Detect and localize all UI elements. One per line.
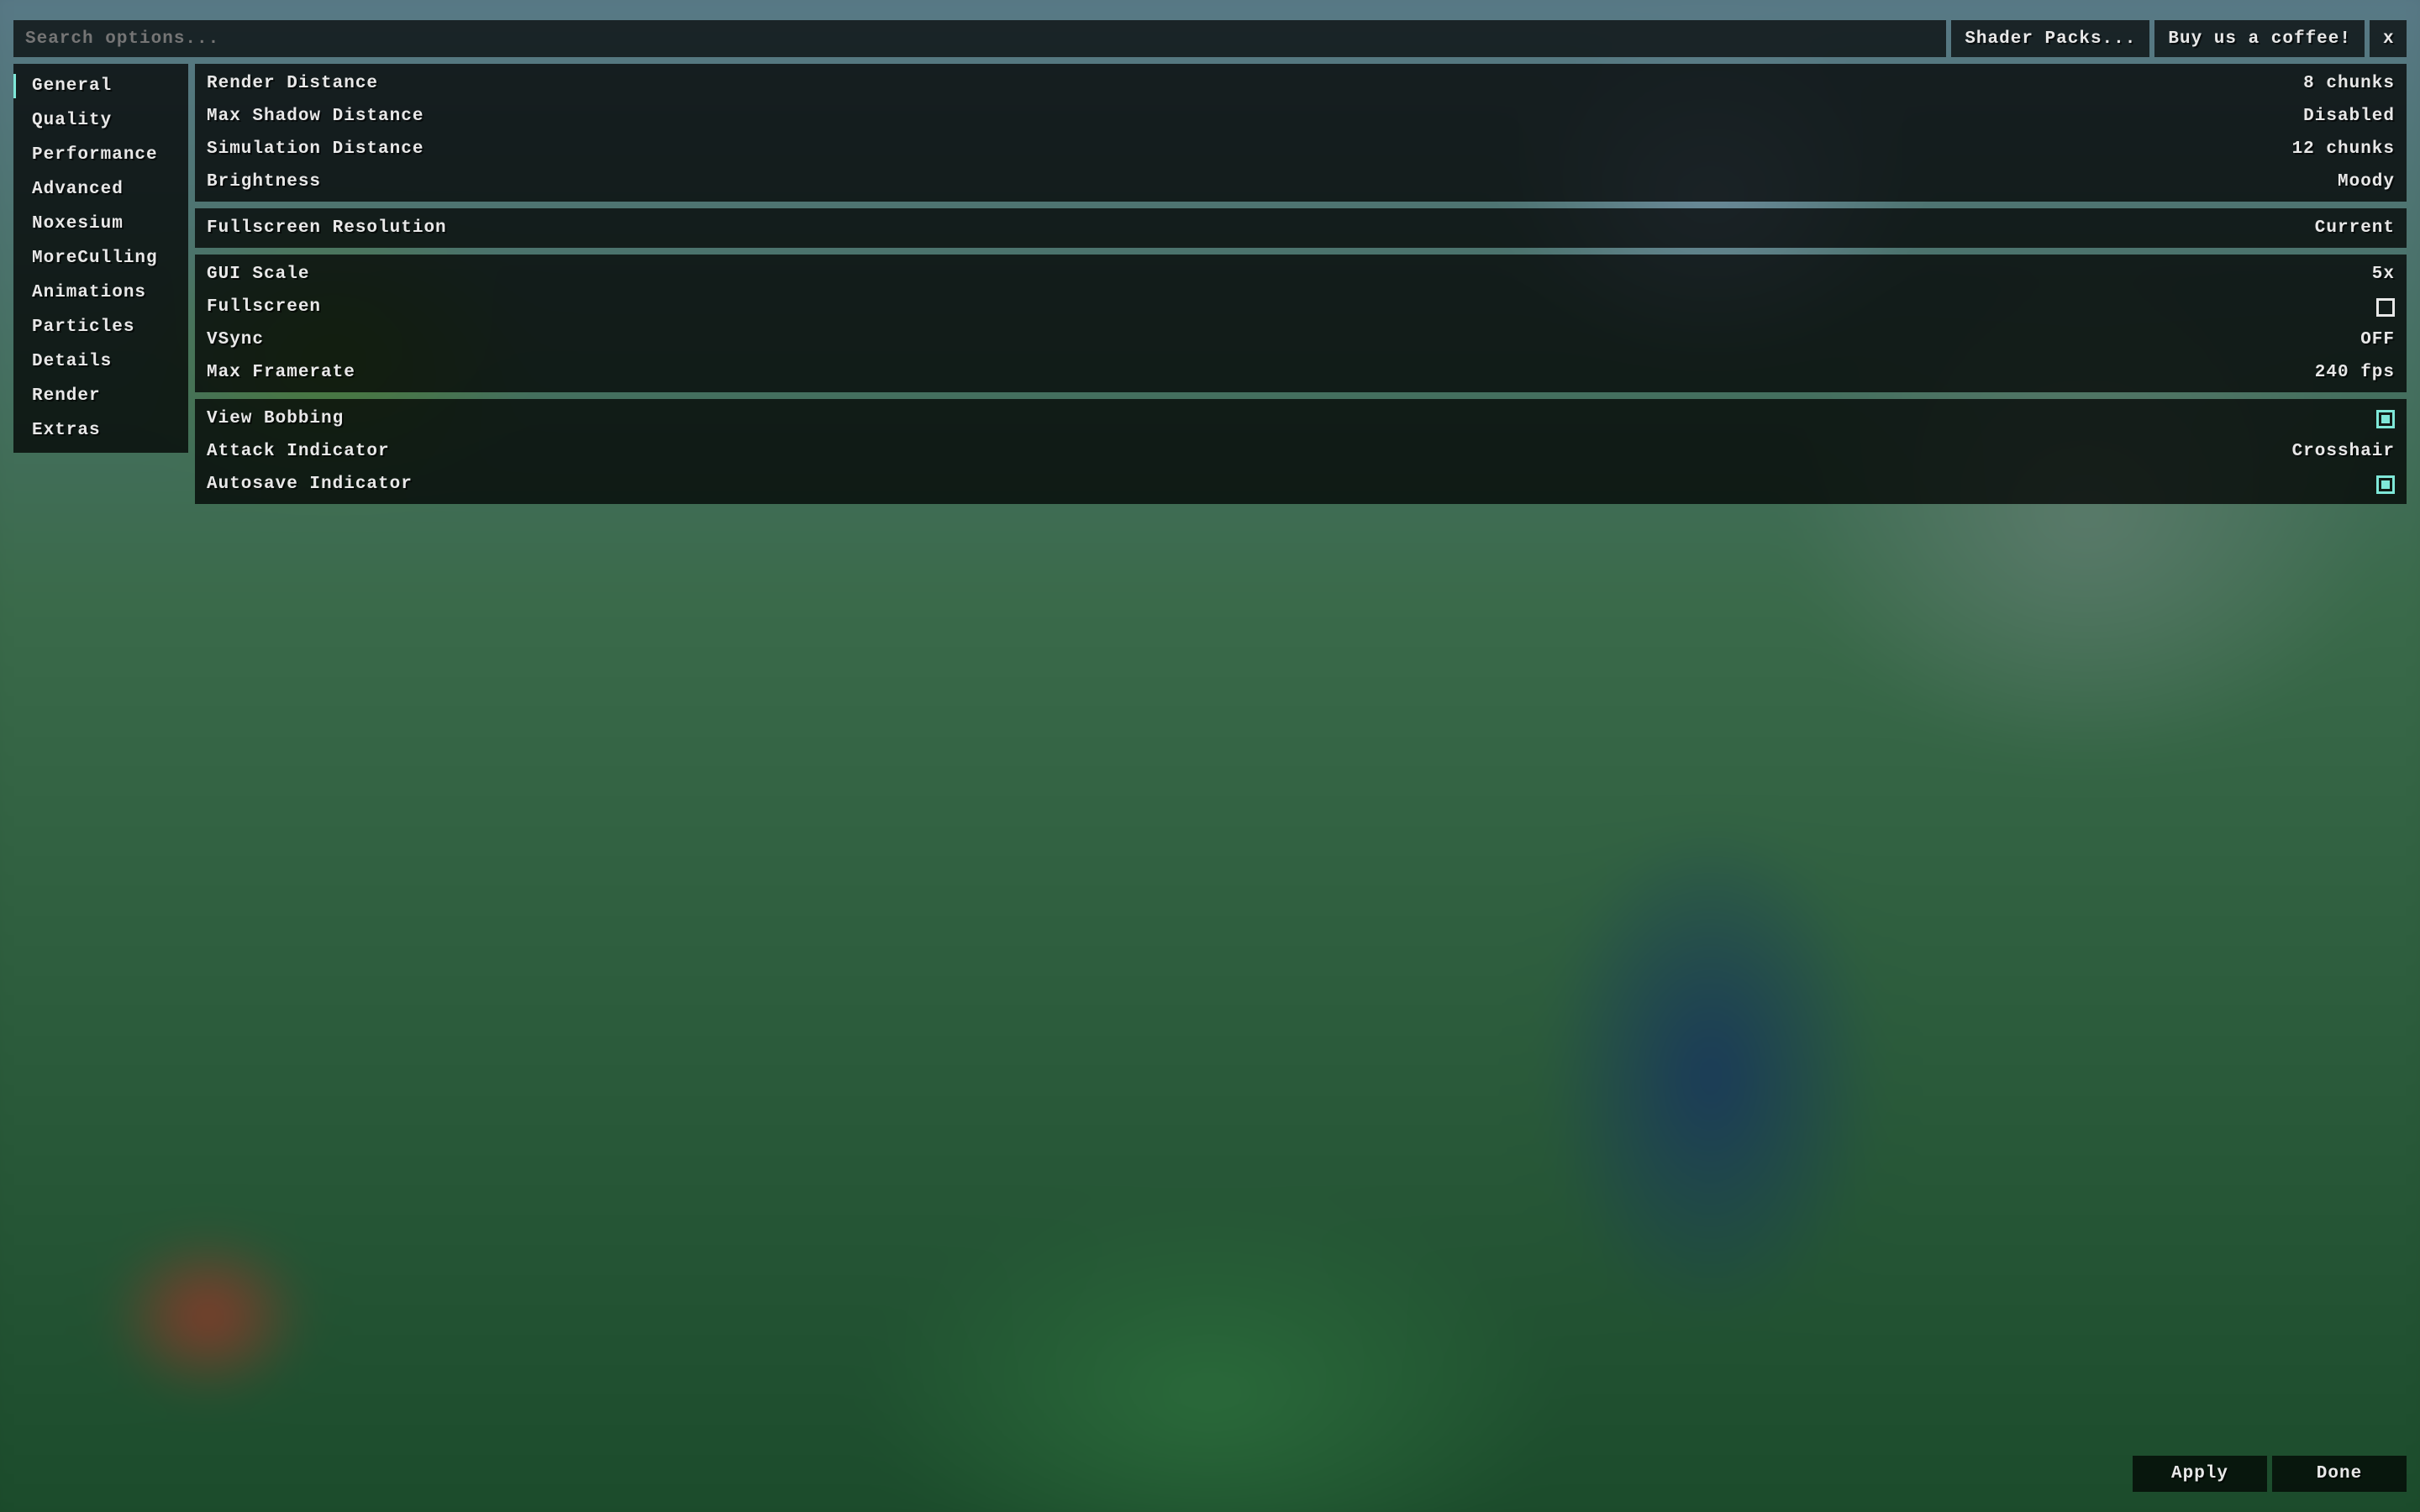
option-value: Moody: [2338, 172, 2395, 192]
sidebar-tab-details[interactable]: Details: [13, 344, 188, 379]
option-value: Crosshair: [2292, 442, 2395, 461]
option-row-brightness[interactable]: Brightness Moody: [195, 165, 2407, 198]
sidebar-tab-particles[interactable]: Particles: [13, 310, 188, 344]
option-row-fullscreen[interactable]: Fullscreen: [195, 291, 2407, 323]
option-value: 240 fps: [2315, 363, 2395, 382]
option-label: Render Distance: [207, 74, 378, 93]
sidebar-tab-extras[interactable]: Extras: [13, 413, 188, 448]
option-value: 8 chunks: [2303, 74, 2395, 93]
option-row-render-distance[interactable]: Render Distance 8 chunks: [195, 67, 2407, 100]
sidebar-tab-performance[interactable]: Performance: [13, 138, 188, 172]
checkbox-fullscreen[interactable]: [2376, 298, 2395, 317]
option-row-view-bobbing[interactable]: View Bobbing: [195, 402, 2407, 435]
option-label: Fullscreen Resolution: [207, 218, 447, 238]
option-value: Current: [2315, 218, 2395, 238]
option-label: Fullscreen: [207, 297, 321, 317]
option-row-vsync[interactable]: VSync OFF: [195, 323, 2407, 356]
buy-coffee-button[interactable]: Buy us a coffee!: [2154, 20, 2365, 57]
option-label: Simulation Distance: [207, 139, 424, 159]
option-label: Autosave Indicator: [207, 475, 413, 494]
option-row-max-shadow-distance[interactable]: Max Shadow Distance Disabled: [195, 100, 2407, 133]
sidebar-tab-quality[interactable]: Quality: [13, 103, 188, 138]
option-value: OFF: [2360, 330, 2395, 349]
settings-panel: Render Distance 8 chunks Max Shadow Distan…: [195, 64, 2407, 1492]
option-row-autosave-indicator[interactable]: Autosave Indicator: [195, 468, 2407, 501]
option-value: 5x: [2372, 265, 2395, 284]
apply-button[interactable]: Apply: [2133, 1456, 2267, 1492]
option-row-gui-scale[interactable]: GUI Scale 5x: [195, 258, 2407, 291]
option-row-fullscreen-resolution[interactable]: Fullscreen Resolution Current: [195, 212, 2407, 244]
settings-group: GUI Scale 5x Fullscreen VSync OFF Max Framera…: [195, 255, 2407, 392]
search-input[interactable]: [13, 20, 1946, 57]
settings-group: View Bobbing Attack Indicator Crosshair Aut…: [195, 399, 2407, 504]
sidebar-tab-render[interactable]: Render: [13, 379, 188, 413]
option-row-attack-indicator[interactable]: Attack Indicator Crosshair: [195, 435, 2407, 468]
top-bar: Shader Packs... Buy us a coffee! x: [13, 20, 2407, 57]
option-label: VSync: [207, 330, 264, 349]
sidebar-tab-general[interactable]: General: [13, 69, 188, 103]
options-screen: Shader Packs... Buy us a coffee! x Gener…: [0, 0, 2420, 1512]
sidebar-tab-moreculling[interactable]: MoreCulling: [13, 241, 188, 276]
main-area: GeneralQualityPerformanceAdvancedNoxesiu…: [13, 64, 2407, 1492]
sidebar-tab-noxesium[interactable]: Noxesium: [13, 207, 188, 241]
done-button[interactable]: Done: [2272, 1456, 2407, 1492]
sidebar-tab-animations[interactable]: Animations: [13, 276, 188, 310]
option-value: Disabled: [2303, 107, 2395, 126]
checkbox-view-bobbing[interactable]: [2376, 410, 2395, 428]
footer-buttons: Apply Done: [2133, 1456, 2407, 1492]
close-button[interactable]: x: [2370, 20, 2407, 57]
checkbox-autosave-indicator[interactable]: [2376, 475, 2395, 494]
option-label: View Bobbing: [207, 409, 344, 428]
option-row-simulation-distance[interactable]: Simulation Distance 12 chunks: [195, 133, 2407, 165]
option-label: Max Framerate: [207, 363, 355, 382]
option-label: Attack Indicator: [207, 442, 390, 461]
option-label: Brightness: [207, 172, 321, 192]
shader-packs-button[interactable]: Shader Packs...: [1951, 20, 2149, 57]
sidebar-tab-advanced[interactable]: Advanced: [13, 172, 188, 207]
option-row-max-framerate[interactable]: Max Framerate 240 fps: [195, 356, 2407, 389]
option-value: 12 chunks: [2292, 139, 2395, 159]
settings-group: Render Distance 8 chunks Max Shadow Distan…: [195, 64, 2407, 202]
sidebar: GeneralQualityPerformanceAdvancedNoxesiu…: [13, 64, 188, 453]
settings-group: Fullscreen Resolution Current: [195, 208, 2407, 248]
option-label: GUI Scale: [207, 265, 309, 284]
option-label: Max Shadow Distance: [207, 107, 424, 126]
